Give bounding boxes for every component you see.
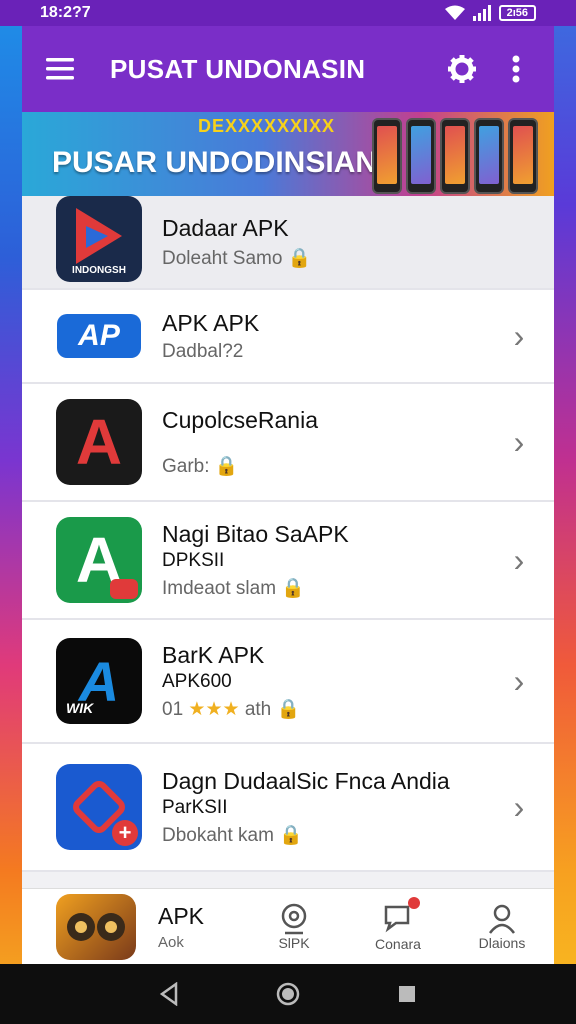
chevron-right-icon[interactable]: › [504,318,534,355]
system-navigation-bar [0,964,576,1024]
lock-icon: 🔒 [287,247,312,269]
chevron-right-icon[interactable]: › [504,663,534,700]
list-item[interactable]: INDONGSH Dadaar APK Doleaht Samo 🔒 [22,196,554,290]
app-icon: AP [56,293,142,379]
bottom-navigation: APK Aok SlPK Conara Dlaions [22,888,554,964]
app-name: APK [158,902,205,929]
chevron-right-icon[interactable]: › [504,424,534,461]
list-item[interactable]: + Dagn DudaalSic Fnca Andia ParKSII Dbok… [22,744,554,872]
wallpaper-left [0,0,24,1024]
chevron-right-icon[interactable]: › [504,789,534,826]
app-subtitle: Aok [158,933,184,951]
nav-tab-label: SlPK [278,934,310,951]
app-list: INDONGSH Dadaar APK Doleaht Samo 🔒 AP AP… [22,196,554,872]
app-name: APK APK [162,309,260,336]
list-item[interactable]: A CupolcseRania Garb: 🔒 › [22,384,554,502]
app-name: Dadaar APK [162,214,289,241]
wifi-icon [444,5,465,20]
banner-title: PUSAR UNDODINSIAN [52,146,378,179]
chevron-right-icon[interactable]: › [504,542,534,579]
list-item[interactable]: APK Aok [22,889,242,965]
app-name: BarK APK [162,641,265,668]
status-time: 18:2?7 [40,4,91,21]
app-icon: + [56,764,142,850]
nav-tab-label: Dlaions [478,934,526,951]
badge-icon: 🔒 [276,698,301,720]
rating-stars: ★★★ [188,698,240,720]
app-subtitle: APK600 [162,670,232,692]
app-description: Dbokaht kam 🔒 [162,824,303,846]
nav-tab-3[interactable]: Dlaions [450,903,554,951]
menu-icon[interactable] [44,53,76,85]
list-item[interactable]: AP APK APK Dadbal?2 › [22,290,554,384]
app-bar: PUSAT UNDONASIN [22,26,554,112]
home-icon[interactable] [275,981,301,1007]
app-description: Dadbal?2 [162,340,244,362]
app-description: Imdeaot slam 🔒 [162,577,305,599]
app-name: CupolcseRania [162,406,318,433]
signal-icon [472,5,491,21]
badge-icon: 🔒 [279,824,303,846]
battery-indicator: 2ı56 [498,5,536,21]
notification-badge [408,897,420,909]
list-item[interactable]: A Nagi Bitao SaAPK DPKSII Imdeaot slam 🔒… [22,502,554,620]
lock-icon: 🔒 [281,577,305,599]
settings-icon[interactable] [446,53,478,85]
app-subtitle: DPKSII [162,549,225,571]
webcam-icon [281,903,307,934]
app-name: Nagi Bitao SaAPK [162,520,349,547]
recents-icon[interactable] [396,983,418,1005]
app-icon [56,893,136,960]
lock-icon: 🔒 [214,455,239,477]
promo-banner[interactable]: DEXXXXXXIXX PUSAR UNDODINSIAN [22,112,554,204]
banner-top-text: DEXXXXXXIXX [198,116,336,136]
app-icon: INDONGSH [56,196,142,282]
phones-illustration [372,118,538,194]
wallpaper-right [552,0,576,1024]
profile-icon [489,904,515,934]
nav-tab-2[interactable]: Conara [346,897,450,952]
app-icon: A WIK [56,638,142,724]
app-name: Dagn DudaalSic Fnca Andia [162,767,450,794]
app-subtitle: ParKSII [162,796,228,818]
app-description: Garb: 🔒 [162,455,239,477]
app-icon: A [56,399,142,485]
back-icon[interactable] [158,982,180,1006]
list-item[interactable]: A WIK BarK APK APK600 01 ★★★ ath 🔒 › [22,620,554,744]
status-bar: 18:2?7 2ı56 [0,0,576,26]
page-title: PUSAT UNDONASIN [110,53,366,84]
app-description: Doleaht Samo 🔒 [162,247,312,269]
nav-tab-label: Conara [375,936,421,952]
app-description: 01 ★★★ ath 🔒 [162,698,301,720]
app-window: PUSAT UNDONASIN DEXXXXXXIXX PUSAR UNDODI… [22,26,554,964]
more-options-icon[interactable] [500,53,532,85]
app-icon: A [56,517,142,603]
nav-tab-1[interactable]: SlPK [242,903,346,951]
